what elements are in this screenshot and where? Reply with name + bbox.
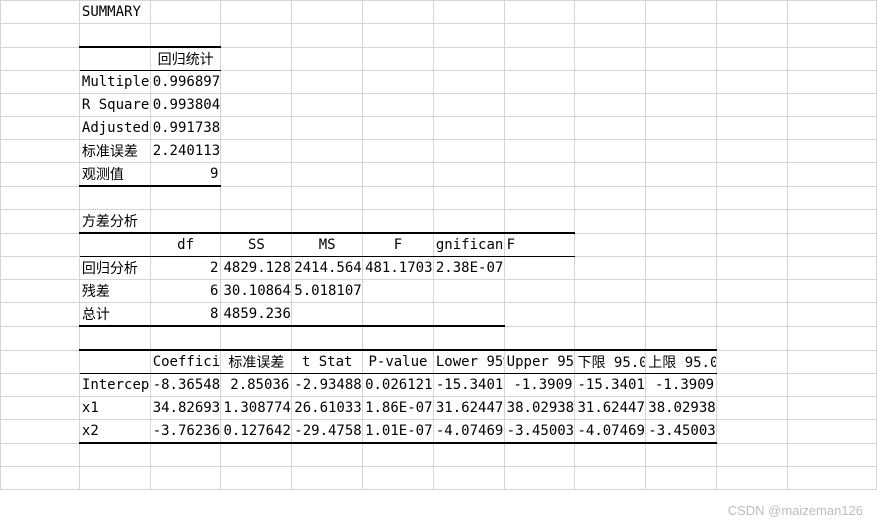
regstat-header-row: 回归统计 [1,47,877,71]
r-square-label: R Square [79,94,150,117]
multiple-r-label: Multiple [79,71,150,94]
coef-intercept-row: Intercept -8.36548 2.85036 -2.93488 0.02… [1,374,877,397]
anova-tot-label: 总计 [79,303,150,327]
anova-header-row: 方差分析 [1,210,877,234]
coef-x2-row: x2 -3.76236 0.127642 -29.4758 1.01E-07 -… [1,420,877,444]
table-row: Adjusted 0.991738 [1,117,877,140]
adjusted-label: Adjusted [79,117,150,140]
col-df: df [150,233,221,257]
spreadsheet-grid: SUMMARY OUTPUT 回归统计 Multiple 0.996897 R … [0,0,877,490]
anova-reg-row: 回归分析 2 4829.128 2414.564 481.1703 2.38E-… [1,257,877,280]
adjusted-value: 0.991738 [150,117,221,140]
col-f: F [363,233,434,257]
col-ms: MS [292,233,363,257]
table-row: 标准误差 2.240113 [1,140,877,163]
anova-reg-label: 回归分析 [79,257,150,280]
table-row: SUMMARY OUTPUT [1,1,877,24]
table-row: Multiple 0.996897 [1,71,877,94]
obs-label: 观测值 [79,163,150,187]
regstat-header [79,47,150,71]
watermark-text: CSDN @maizeman126 [728,503,863,518]
obs-value: 9 [150,163,221,187]
anova-col-row: df SS MS F gnificance F [1,233,877,257]
col-sigf-tail: F [504,233,575,257]
r-square-value: 0.993804 [150,94,221,117]
coef-col-row: Coefficien 标准误差 t Stat P-value Lower 95%… [1,350,877,374]
stderr-label: 标准误差 [79,140,150,163]
col-ss: SS [221,233,292,257]
anova-res-row: 残差 6 30.10864 5.018107 [1,280,877,303]
multiple-r-value: 0.996897 [150,71,221,94]
anova-tot-row: 总计 8 4859.236 [1,303,877,327]
table-row: 观测值 9 [1,163,877,187]
anova-header: 方差分析 [79,210,150,234]
col-sigf: gnificance [433,233,504,257]
regstat-header-b: 回归统计 [150,47,221,71]
anova-res-label: 残差 [79,280,150,303]
summary-title: SUMMARY OUTPUT [79,1,150,24]
table-row: R Square 0.993804 [1,94,877,117]
stderr-value: 2.240113 [150,140,221,163]
coef-x1-row: x1 34.82693 1.308774 26.61033 1.86E-07 3… [1,397,877,420]
